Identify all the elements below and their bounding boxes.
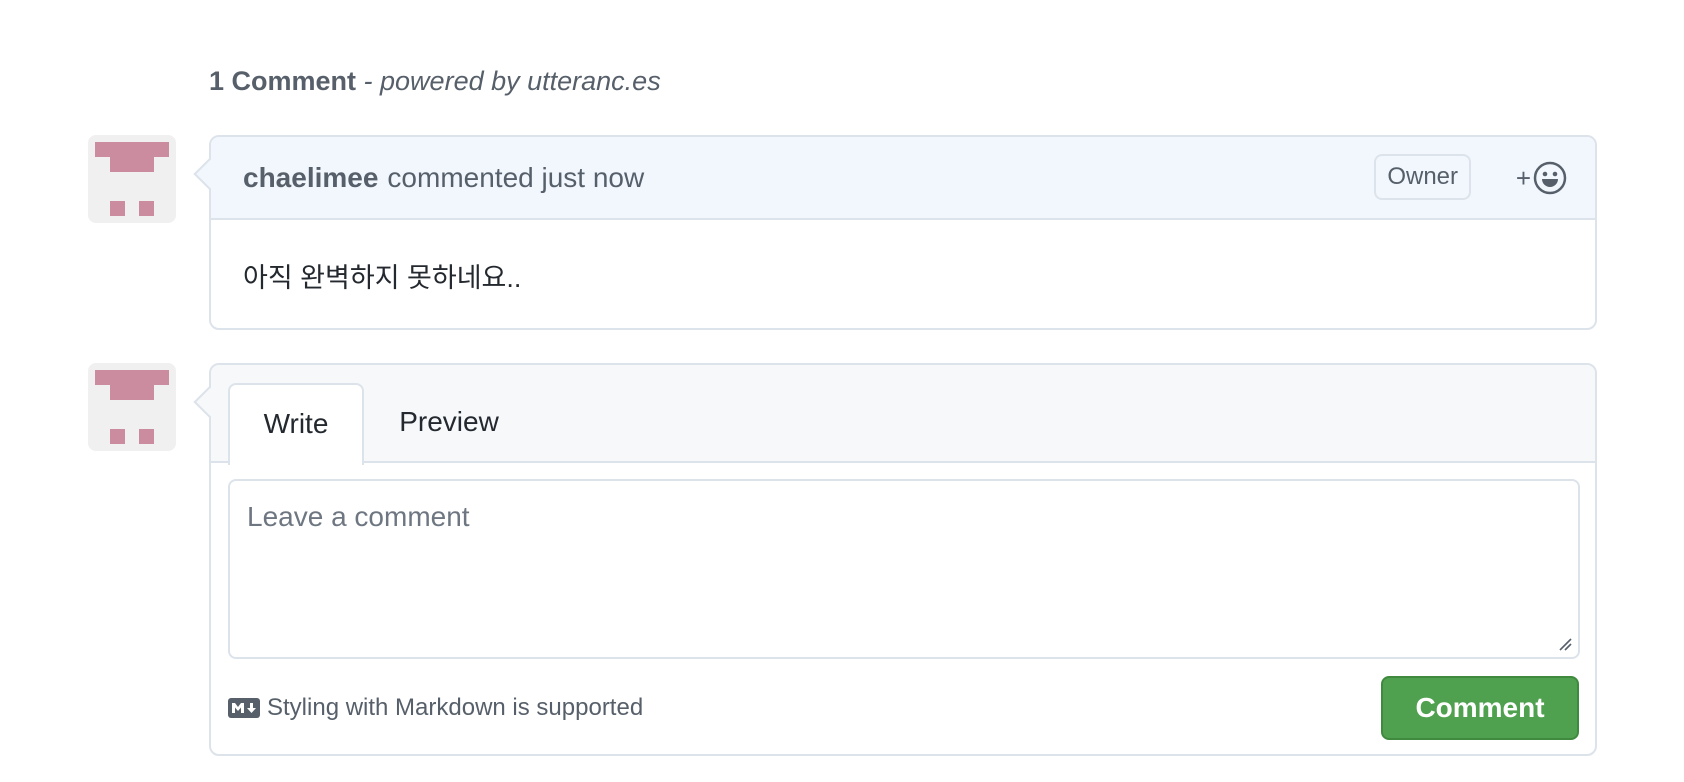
comment-placeholder: Leave a comment [247,501,470,532]
add-reaction-button[interactable]: + [1516,161,1567,195]
markdown-icon [228,698,260,718]
identicon-icon [95,370,169,444]
comment-author[interactable]: chaelimee [243,162,378,194]
avatar[interactable] [88,363,176,451]
plus-icon: + [1515,162,1531,193]
owner-badge: Owner [1374,154,1471,200]
comment-input[interactable]: Leave a comment [228,479,1580,659]
comments-header: 1 Comment - powered by utteranc.es [209,66,661,97]
comment-body: 아직 완벽하지 못하네요.. [243,263,522,293]
comment-timestamp[interactable]: commented just now [387,162,644,194]
identicon-icon [95,142,169,216]
comment-header: chaelimee commented just now Owner + [211,137,1595,220]
markdown-note[interactable]: Styling with Markdown is supported [228,694,643,722]
editor-tabs: Write Preview [211,365,1595,465]
resize-handle-icon[interactable] [1558,637,1572,651]
powered-by-text: - powered by utteranc.es [356,66,661,96]
markdown-note-text: Styling with Markdown is supported [267,694,644,721]
tab-write[interactable]: Write [228,383,364,465]
new-comment-form: Write Preview Leave a comment Styling wi… [193,363,1597,756]
avatar[interactable] [88,135,176,223]
comment-count: 1 Comment [209,66,357,96]
tab-preview[interactable]: Preview [381,383,517,463]
smiley-icon [1533,161,1567,195]
comment-submit-button[interactable]: Comment [1381,676,1579,740]
comment-card: chaelimee commented just now Owner + 아직 … [193,135,1597,330]
